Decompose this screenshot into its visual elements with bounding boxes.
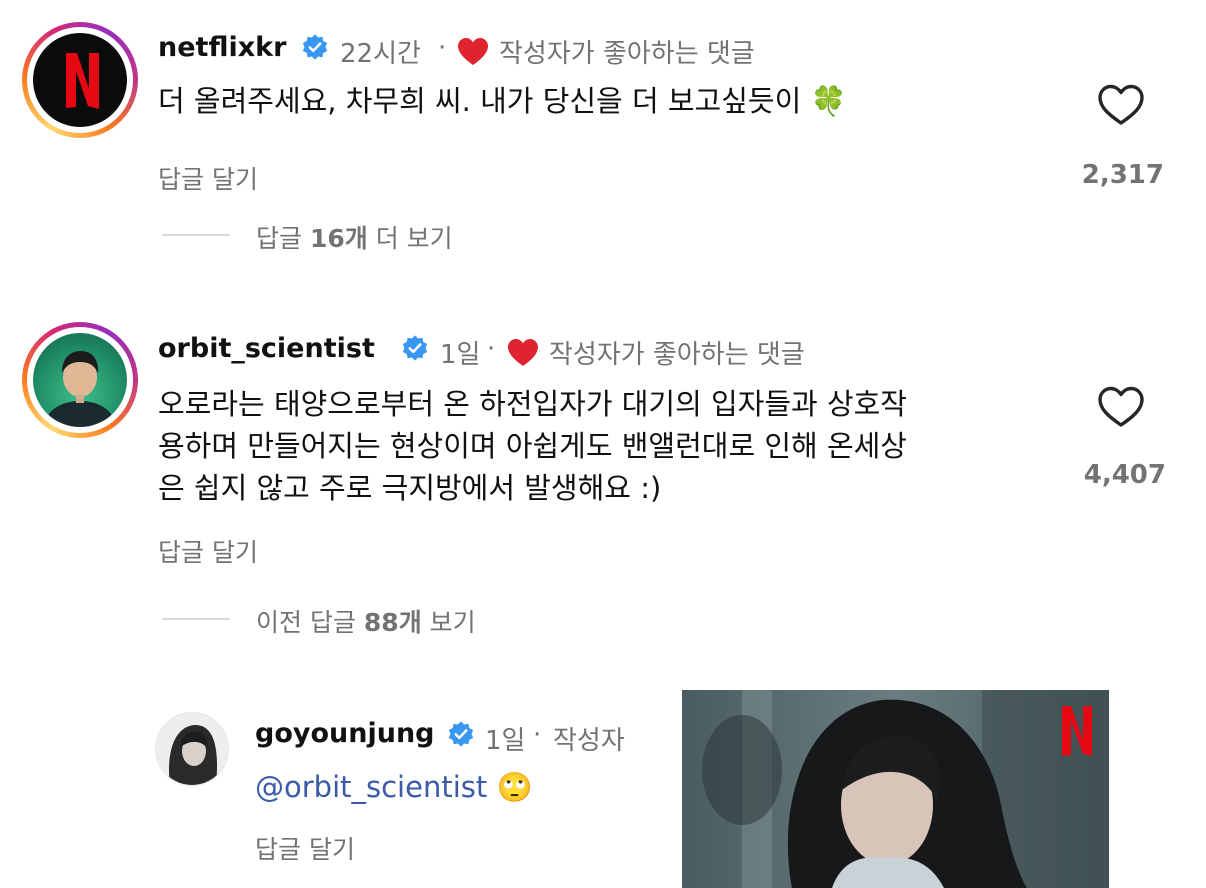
separator-dot: ·	[487, 334, 496, 364]
heart-outline-icon[interactable]	[1097, 385, 1145, 429]
netflix-logo	[1062, 706, 1092, 756]
verified-badge-icon	[402, 335, 428, 361]
username[interactable]: goyounjung	[255, 718, 435, 749]
clover-emoji: 🍀	[810, 84, 847, 118]
author-label: 작성자	[553, 726, 625, 756]
view-replies-button[interactable]: 답글 16개 더 보기	[256, 219, 453, 255]
eye-roll-emoji: 🙄	[496, 770, 533, 804]
comment-text: 더 올려주세요, 차무희 씨. 내가 당신을 더 보고싶듯이 🍀	[158, 80, 1078, 122]
separator-dot: ·	[438, 33, 447, 63]
comment-text: @orbit_scientist 🙄	[255, 766, 655, 808]
verified-badge-icon	[302, 34, 328, 60]
person-portrait-icon	[156, 713, 228, 785]
comment-text-line: 용하며 만들어지는 현상이며 아쉽게도 밴앨런대로 인해 온세상	[158, 429, 907, 463]
verified-badge-icon	[448, 721, 474, 747]
view-replies-prefix: 이전 답글	[256, 608, 364, 637]
view-replies-count: 16개	[309, 224, 368, 253]
comment-text: 오로라는 태양으로부터 온 하전입자가 대기의 입자들과 상호작 용하며 만들어…	[158, 383, 1078, 509]
mention-link[interactable]: @orbit_scientist	[255, 770, 487, 804]
view-previous-replies-button[interactable]: 이전 답글 88개 보기	[256, 603, 476, 639]
heart-filled-icon	[458, 38, 488, 65]
view-replies-suffix: 더 보기	[367, 224, 453, 253]
comment-text-line: 은 쉽지 않고 주로 극지방에서 발생해요 :)	[158, 471, 662, 505]
comment-time: 22시간	[340, 39, 421, 69]
reply-button[interactable]: 답글 달기	[255, 830, 355, 866]
like-count: 4,407	[1083, 460, 1166, 490]
avatar-orbit-scientist	[33, 333, 127, 427]
comment-time: 1일	[485, 726, 526, 756]
avatar-ring[interactable]	[22, 322, 138, 438]
heart-filled-icon	[508, 339, 538, 366]
separator-dot: ·	[533, 720, 542, 750]
reply-button[interactable]: 답글 달기	[158, 533, 258, 569]
like-count: 2,317	[1081, 160, 1164, 190]
comment-time: 1일	[440, 340, 481, 370]
view-replies-prefix: 답글	[256, 224, 310, 253]
reply-button[interactable]: 답글 달기	[158, 160, 258, 196]
comment-text-content: 더 올려주세요, 차무희 씨. 내가 당신을 더 보고싶듯이	[158, 84, 802, 118]
avatar-netflixkr	[33, 33, 127, 127]
replies-divider-line	[162, 234, 230, 236]
avatar-ring[interactable]	[22, 22, 138, 138]
liked-by-author-label: 작성자가 좋아하는 댓글	[499, 39, 755, 69]
liked-by-author-label: 작성자가 좋아하는 댓글	[549, 340, 805, 370]
heart-outline-icon[interactable]	[1097, 83, 1145, 127]
view-replies-suffix: 보기	[421, 608, 476, 637]
attached-image[interactable]	[682, 690, 1109, 888]
replies-divider-line	[162, 618, 230, 620]
person-portrait-icon	[46, 351, 114, 427]
drama-still-image	[682, 690, 1109, 888]
view-replies-count: 88개	[363, 608, 422, 637]
netflix-logo	[66, 53, 99, 109]
avatar-goyounjung[interactable]	[155, 712, 229, 786]
comment-text-line: 오로라는 태양으로부터 온 하전입자가 대기의 입자들과 상호작	[158, 387, 907, 421]
username[interactable]: orbit_scientist	[158, 333, 375, 364]
username[interactable]: netflixkr	[158, 32, 286, 63]
